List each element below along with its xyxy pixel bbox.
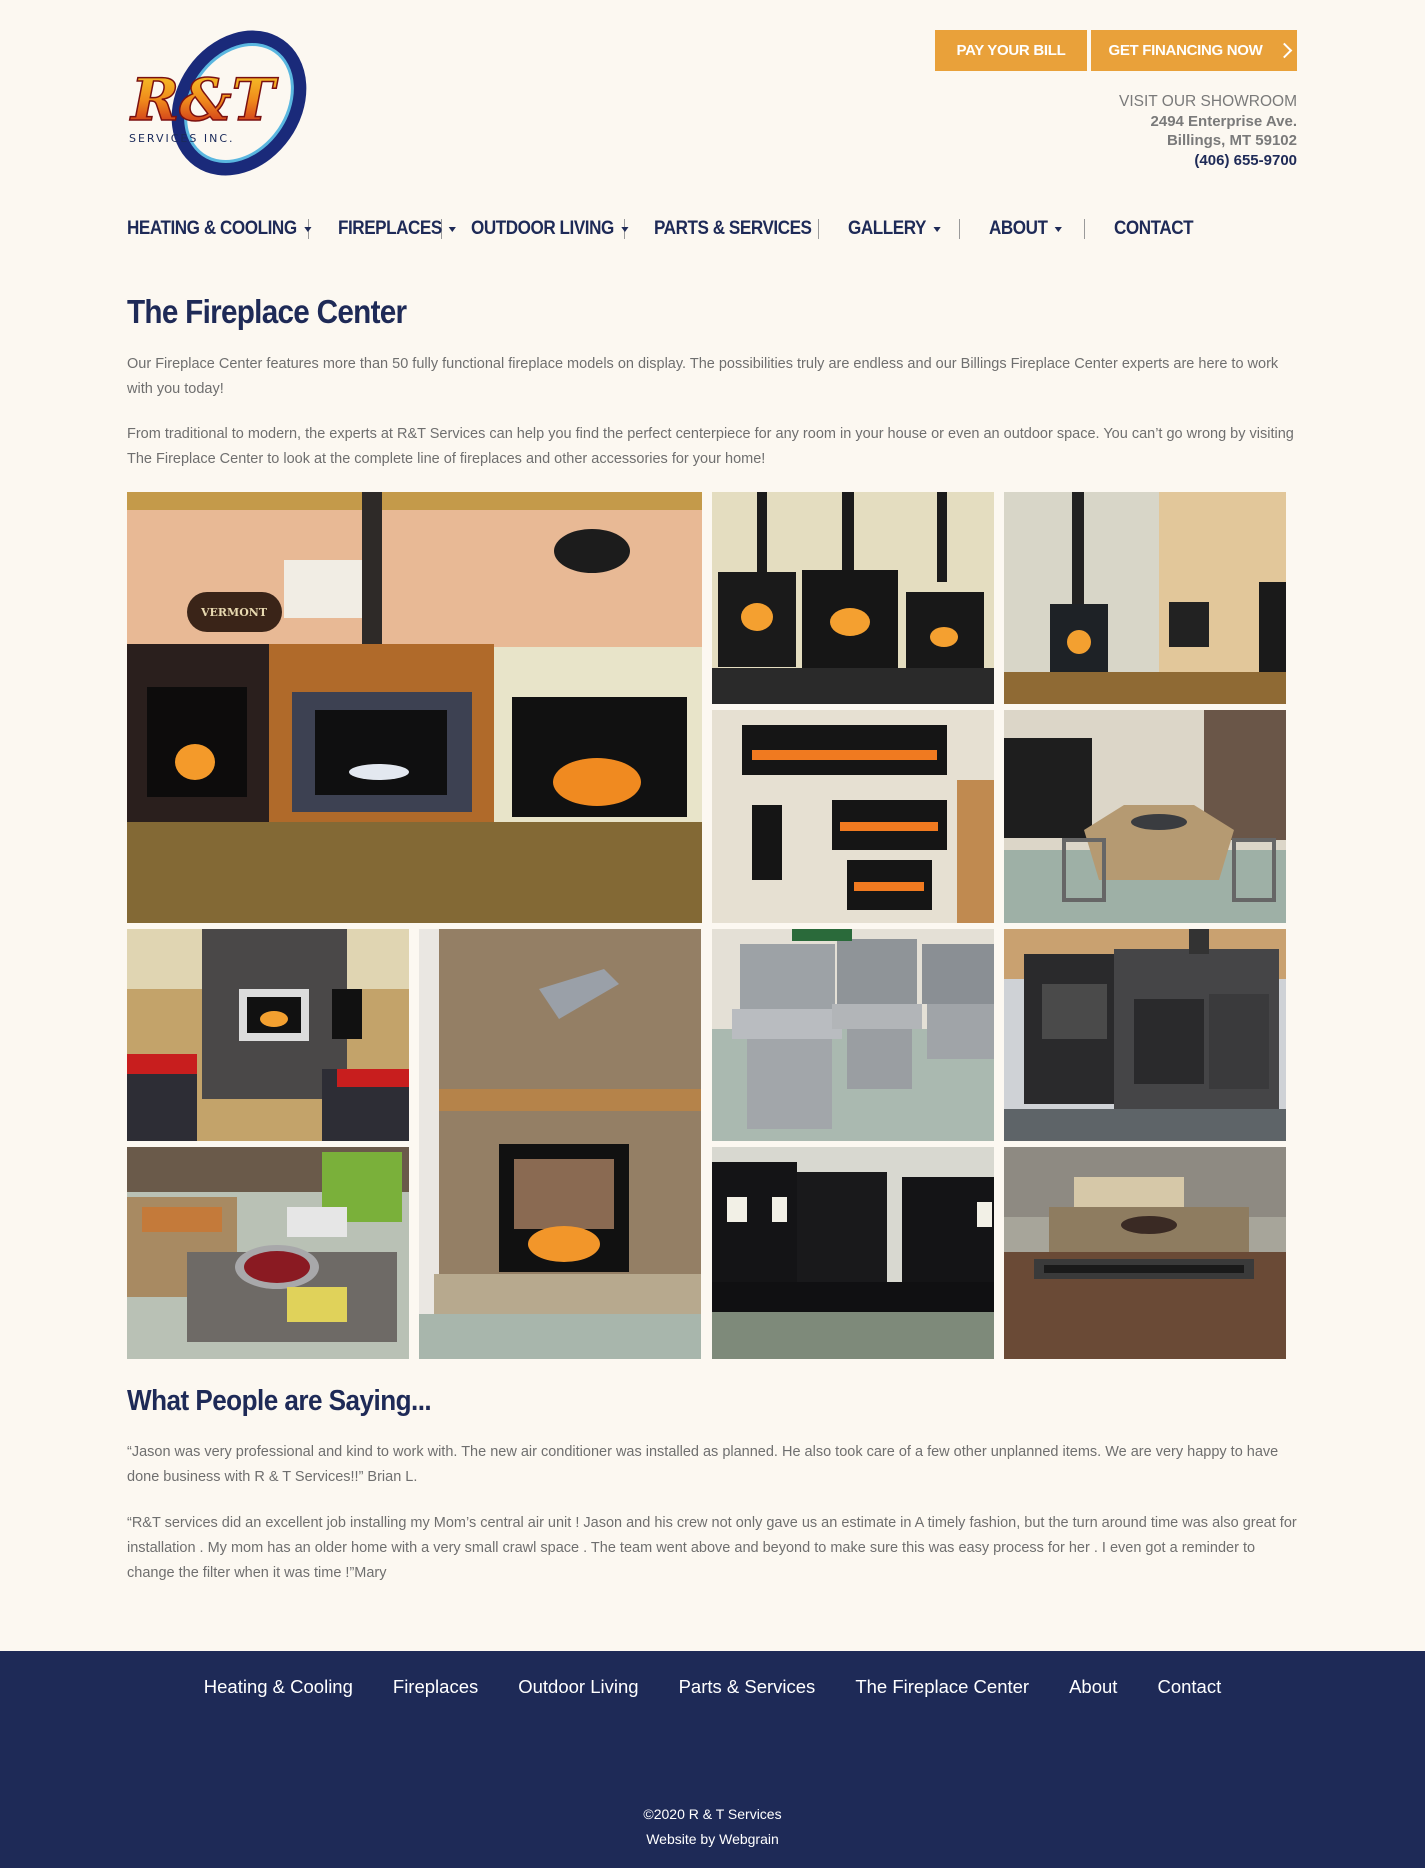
pay-your-bill-button[interactable]: PAY YOUR BILL <box>935 30 1087 71</box>
footer-nav: Heating & Cooling Fireplaces Outdoor Liv… <box>0 1676 1425 1698</box>
nav-item-label: CONTACT <box>1114 218 1194 239</box>
gallery-photo-double-sided-fireplace[interactable] <box>127 929 409 1141</box>
logo-text: R&T <box>129 66 279 134</box>
footer-link-fireplaces[interactable]: Fireplaces <box>393 1676 478 1698</box>
copyright: ©2020 R & T Services <box>643 1806 782 1822</box>
footer-link-contact[interactable]: Contact <box>1157 1676 1221 1698</box>
nav-item-label: OUTDOOR LIVING <box>471 218 614 239</box>
caret-down-icon <box>621 226 629 232</box>
gallery-photo-cast-iron-stoves[interactable] <box>1004 929 1286 1141</box>
footer: Heating & Cooling Fireplaces Outdoor Liv… <box>0 1651 1425 1868</box>
footer-link-fireplace-center[interactable]: The Fireplace Center <box>855 1676 1029 1698</box>
chevron-right-icon <box>1276 42 1292 59</box>
webgrain-credit-link[interactable]: Website by Webgrain <box>0 1827 1425 1852</box>
nav-item-fireplaces[interactable]: FIREPLACES <box>338 218 457 240</box>
nav-divider <box>1084 219 1085 239</box>
caret-down-icon <box>933 226 941 232</box>
nav-item-label: GALLERY <box>848 218 926 239</box>
photo-gallery: VERMONT <box>127 492 1287 1359</box>
footer-link-heating-cooling[interactable]: Heating & Cooling <box>204 1676 353 1698</box>
footer-link-parts-services[interactable]: Parts & Services <box>679 1676 816 1698</box>
footer-link-outdoor-living[interactable]: Outdoor Living <box>518 1676 638 1698</box>
nav-item-heating-cooling[interactable]: HEATING & COOLING <box>127 218 312 240</box>
nav-item-label: PARTS & SERVICES <box>654 218 812 239</box>
showroom-info: VISIT OUR SHOWROOM 2494 Enterprise Ave. … <box>1119 92 1297 170</box>
testimonial: “Jason was very professional and kind to… <box>127 1444 1279 1485</box>
nav-item-about[interactable]: ABOUT <box>989 218 1075 240</box>
caret-down-icon <box>1054 226 1062 232</box>
caret-down-icon <box>303 226 312 232</box>
nav-divider <box>959 219 960 239</box>
page-title: The Fireplace Center <box>127 293 407 330</box>
gallery-photo-showroom-fireplaces[interactable]: VERMONT <box>127 492 702 923</box>
logo[interactable]: R&T SERVICES INC. <box>127 28 335 178</box>
logo-subtext: SERVICES INC. <box>129 132 235 145</box>
nav-divider <box>818 219 819 239</box>
caret-down-icon <box>449 226 457 232</box>
gallery-photo-electric-fireplaces[interactable] <box>712 710 994 923</box>
get-financing-button[interactable]: GET FINANCING NOW <box>1091 30 1297 71</box>
gallery-photo-black-stoves[interactable] <box>712 1147 994 1359</box>
nav-item-label: ABOUT <box>989 218 1048 239</box>
showroom-city: Billings, MT 59102 <box>1166 132 1297 149</box>
gallery-photo-fire-bench[interactable] <box>1004 1147 1286 1359</box>
nav-item-contact[interactable]: CONTACT <box>1114 218 1194 240</box>
nav-item-outdoor-living[interactable]: OUTDOOR LIVING <box>471 218 629 240</box>
gallery-photo-stoves[interactable] <box>712 492 994 704</box>
get-financing-label: GET FINANCING NOW <box>1108 42 1263 59</box>
showroom-phone-link[interactable]: (406) 655-9700 <box>1119 151 1297 171</box>
nav-item-parts-services[interactable]: PARTS & SERVICES <box>654 218 812 240</box>
showroom-street: 2494 Enterprise Ave. <box>1150 112 1297 130</box>
nav-item-label: FIREPLACES <box>338 218 442 239</box>
nav-item-gallery[interactable]: GALLERY <box>848 218 948 240</box>
intro-paragraph: Our Fireplace Center features more than … <box>127 356 1279 397</box>
gallery-photo-fire-table[interactable] <box>127 1147 409 1359</box>
nav-item-label: HEATING & COOLING <box>127 218 297 239</box>
gallery-photo-stone-fireplace[interactable] <box>419 929 701 1359</box>
footer-link-about[interactable]: About <box>1069 1676 1117 1698</box>
gallery-photo-fire-pit-table[interactable] <box>1004 710 1286 923</box>
gallery-photo-grills[interactable] <box>712 929 994 1141</box>
main-nav: HEATING & COOLING FIREPLACES OUTDOOR LIV… <box>127 214 1298 244</box>
testimonials-title: What People are Saying... <box>127 1385 432 1417</box>
gallery-photo-corner-stove[interactable] <box>1004 492 1286 704</box>
pay-your-bill-label: PAY YOUR BILL <box>956 42 1066 59</box>
vermont-sign-text: VERMONT <box>200 606 268 619</box>
description-paragraph: From traditional to modern, the experts … <box>127 426 1294 467</box>
testimonial: “R&T services did an excellent job insta… <box>127 1515 1297 1581</box>
showroom-heading: VISIT OUR SHOWROOM <box>1119 93 1297 110</box>
